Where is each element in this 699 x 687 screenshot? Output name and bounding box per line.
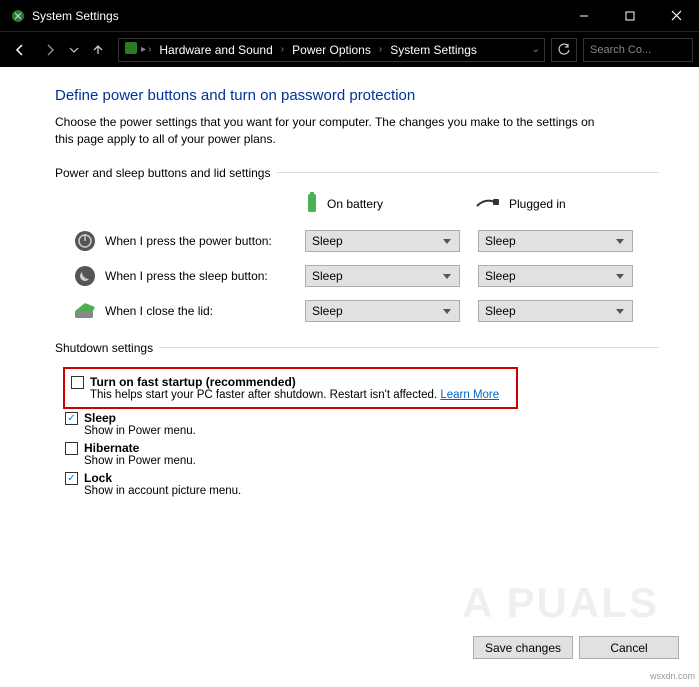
forward-button[interactable] — [36, 36, 64, 64]
lock-option: ✓ Lock Show in account picture menu. — [65, 471, 659, 497]
address-bar[interactable]: ▸ › Hardware and Sound › Power Options ›… — [118, 38, 545, 62]
fast-startup-label: Turn on fast startup (recommended) — [90, 375, 296, 389]
search-placeholder: Search Co... — [590, 44, 651, 56]
breadcrumb-system[interactable]: System Settings — [384, 43, 483, 57]
section-shutdown: Shutdown settings Turn on fast startup (… — [55, 341, 659, 497]
refresh-button[interactable] — [551, 38, 577, 62]
row-close-lid: When I close the lid: Sleep Sleep — [55, 299, 659, 323]
credit-text: wsxdn.com — [650, 671, 695, 681]
close-button[interactable] — [653, 0, 699, 31]
app-icon — [10, 8, 26, 24]
section-shutdown-header: Shutdown settings — [55, 341, 659, 355]
page-heading: Define power buttons and turn on passwor… — [55, 87, 659, 104]
lid-battery-dropdown[interactable]: Sleep — [305, 300, 460, 322]
history-dropdown[interactable] — [66, 36, 82, 64]
nav-bar: ▸ › Hardware and Sound › Power Options ›… — [0, 31, 699, 67]
window-title: System Settings — [32, 9, 561, 23]
section-shutdown-label: Shutdown settings — [55, 341, 153, 355]
sleep-option: ✓ Sleep Show in Power menu. — [65, 411, 659, 437]
hibernate-desc: Show in Power menu. — [84, 455, 659, 467]
row-sleep-button: When I press the sleep button: Sleep Sle… — [55, 264, 659, 288]
sleep-icon — [73, 264, 97, 288]
lock-desc: Show in account picture menu. — [84, 485, 659, 497]
power-icon — [73, 229, 97, 253]
section-power-sleep: Power and sleep buttons and lid settings — [55, 166, 659, 180]
lid-icon — [73, 299, 97, 323]
window-buttons — [561, 0, 699, 31]
hibernate-label: Hibernate — [84, 441, 139, 455]
row-lid-label: When I close the lid: — [105, 304, 305, 318]
lid-plugged-dropdown[interactable]: Sleep — [478, 300, 633, 322]
fast-startup-option: Turn on fast startup (recommended) — [71, 375, 508, 389]
page-description: Choose the power settings that you want … — [55, 114, 615, 148]
power-plugged-dropdown[interactable]: Sleep — [478, 230, 633, 252]
col-plugged-in: Plugged in — [475, 192, 645, 217]
fast-startup-highlight: Turn on fast startup (recommended) This … — [63, 367, 518, 409]
search-input[interactable]: Search Co... — [583, 38, 693, 62]
lock-checkbox[interactable]: ✓ — [65, 472, 78, 485]
fast-startup-checkbox[interactable] — [71, 376, 84, 389]
up-button[interactable] — [84, 36, 112, 64]
col-plugged-label: Plugged in — [509, 197, 566, 211]
breadcrumb-power[interactable]: Power Options — [286, 43, 377, 57]
save-changes-button[interactable]: Save changes — [473, 636, 573, 659]
sleep-desc: Show in Power menu. — [84, 425, 659, 437]
row-power-button: When I press the power button: Sleep Sle… — [55, 229, 659, 253]
hibernate-option: Hibernate Show in Power menu. — [65, 441, 659, 467]
sleep-battery-dropdown[interactable]: Sleep — [305, 265, 460, 287]
column-headers: On battery Plugged in — [305, 192, 659, 217]
chevron-icon: › — [379, 44, 382, 55]
breadcrumb-hardware[interactable]: Hardware and Sound — [153, 43, 278, 57]
row-power-label: When I press the power button: — [105, 234, 305, 248]
sleep-plugged-dropdown[interactable]: Sleep — [478, 265, 633, 287]
battery-icon — [305, 192, 319, 217]
col-battery-label: On battery — [327, 197, 383, 211]
plug-icon — [475, 196, 501, 213]
chevron-icon: › — [148, 44, 151, 55]
title-bar: System Settings — [0, 0, 699, 31]
minimize-button[interactable] — [561, 0, 607, 31]
maximize-button[interactable] — [607, 0, 653, 31]
main-content: Define power buttons and turn on passwor… — [0, 67, 699, 497]
section-power-sleep-label: Power and sleep buttons and lid settings — [55, 166, 270, 180]
back-button[interactable] — [6, 36, 34, 64]
col-on-battery: On battery — [305, 192, 475, 217]
footer-buttons: Save changes Cancel — [473, 636, 679, 659]
address-dropdown-icon[interactable]: ⌄ — [532, 44, 540, 55]
control-panel-icon — [123, 40, 139, 59]
row-sleep-label: When I press the sleep button: — [105, 269, 305, 283]
power-battery-dropdown[interactable]: Sleep — [305, 230, 460, 252]
sleep-checkbox[interactable]: ✓ — [65, 412, 78, 425]
watermark: A PUALS — [462, 579, 659, 627]
lock-label: Lock — [84, 471, 112, 485]
learn-more-link[interactable]: Learn More — [440, 389, 499, 401]
chevron-icon: › — [281, 44, 284, 55]
hibernate-checkbox[interactable] — [65, 442, 78, 455]
fast-startup-desc: This helps start your PC faster after sh… — [90, 389, 508, 401]
sleep-label: Sleep — [84, 411, 116, 425]
cancel-button[interactable]: Cancel — [579, 636, 679, 659]
location-dropdown-icon[interactable]: ▸ — [141, 44, 146, 55]
